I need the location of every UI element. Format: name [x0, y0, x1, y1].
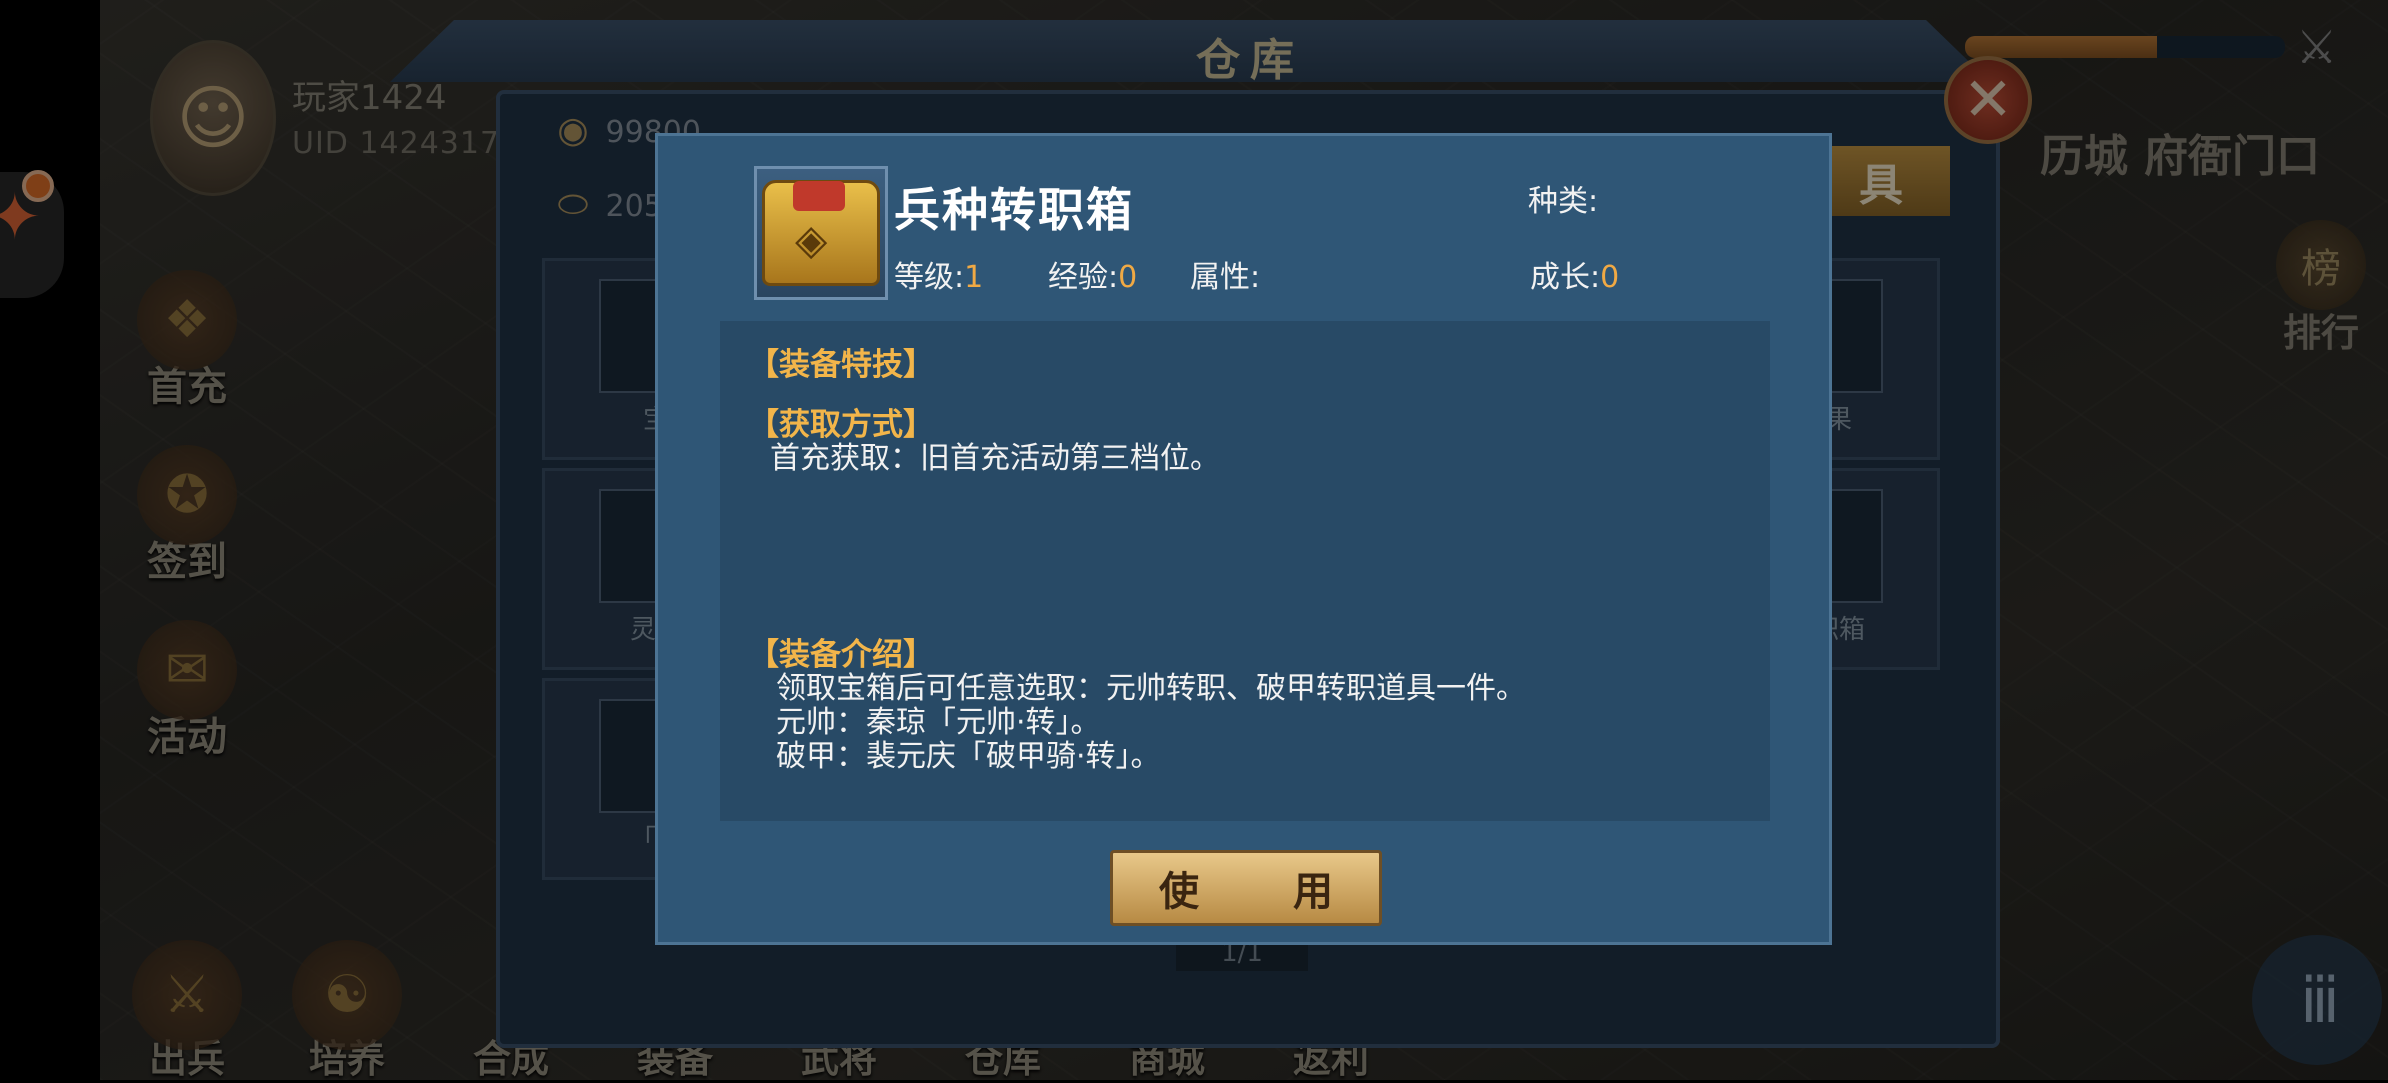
- item-attribute: 属性:: [1190, 260, 1261, 295]
- item-description-box: 【装备特技】 【获取方式】 首充获取：旧首充活动第三档位。 【装备介绍】 领取宝…: [720, 321, 1770, 821]
- obtain-text: 首充获取：旧首充活动第三档位。: [770, 441, 1220, 476]
- intro-line: 领取宝箱后可任意选取：元帅转职、破甲转职道具一件。: [776, 671, 1526, 706]
- obtain-header: 【获取方式】: [748, 407, 934, 443]
- item-type-label: 种类:: [1528, 184, 1599, 219]
- item-name: 兵种转职箱: [894, 183, 1134, 237]
- intro-line: 元帅：秦琼「元帅·转」。: [776, 705, 1101, 740]
- use-button[interactable]: 使 用: [1110, 850, 1382, 926]
- skill-header: 【装备特技】: [748, 347, 934, 383]
- intro-header: 【装备介绍】: [748, 637, 934, 673]
- item-detail-dialog: 兵种转职箱 种类: 等级:1 经验:0 属性: 成长:0 【装备特技】 【获取方…: [655, 133, 1832, 945]
- item-level: 等级:1: [894, 260, 984, 295]
- item-exp: 经验:0: [1048, 260, 1138, 295]
- treasure-chest-icon: [754, 166, 888, 300]
- intro-line: 破甲：裴元庆「破甲骑·转」。: [776, 739, 1161, 774]
- item-growth: 成长:0: [1530, 260, 1620, 295]
